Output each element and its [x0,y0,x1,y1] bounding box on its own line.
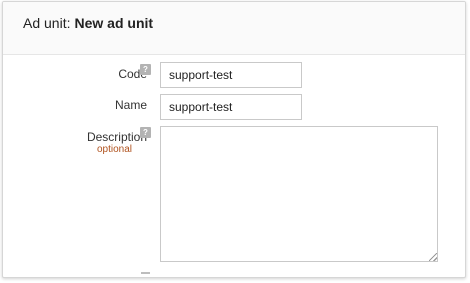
divider [141,272,150,274]
title-prefix: Ad unit: [23,15,71,31]
resize-grip-icon[interactable] [429,253,437,261]
optional-label: optional [96,144,132,155]
ad-unit-name-title: New ad unit [74,15,154,31]
code-help-icon[interactable]: ? [140,64,151,75]
description-help-icon[interactable]: ? [140,127,151,138]
page-title: Ad unit: New ad unit [23,15,153,31]
description-label: Description [86,130,147,144]
panel-header: Ad unit: New ad unit [3,2,465,55]
description-textarea[interactable] [160,126,438,262]
name-input[interactable] [160,94,302,120]
ad-unit-panel: Ad unit:New ad unit Code ? Name Descript… [2,1,466,278]
code-input[interactable] [160,62,302,88]
name-label: Name [114,98,147,112]
